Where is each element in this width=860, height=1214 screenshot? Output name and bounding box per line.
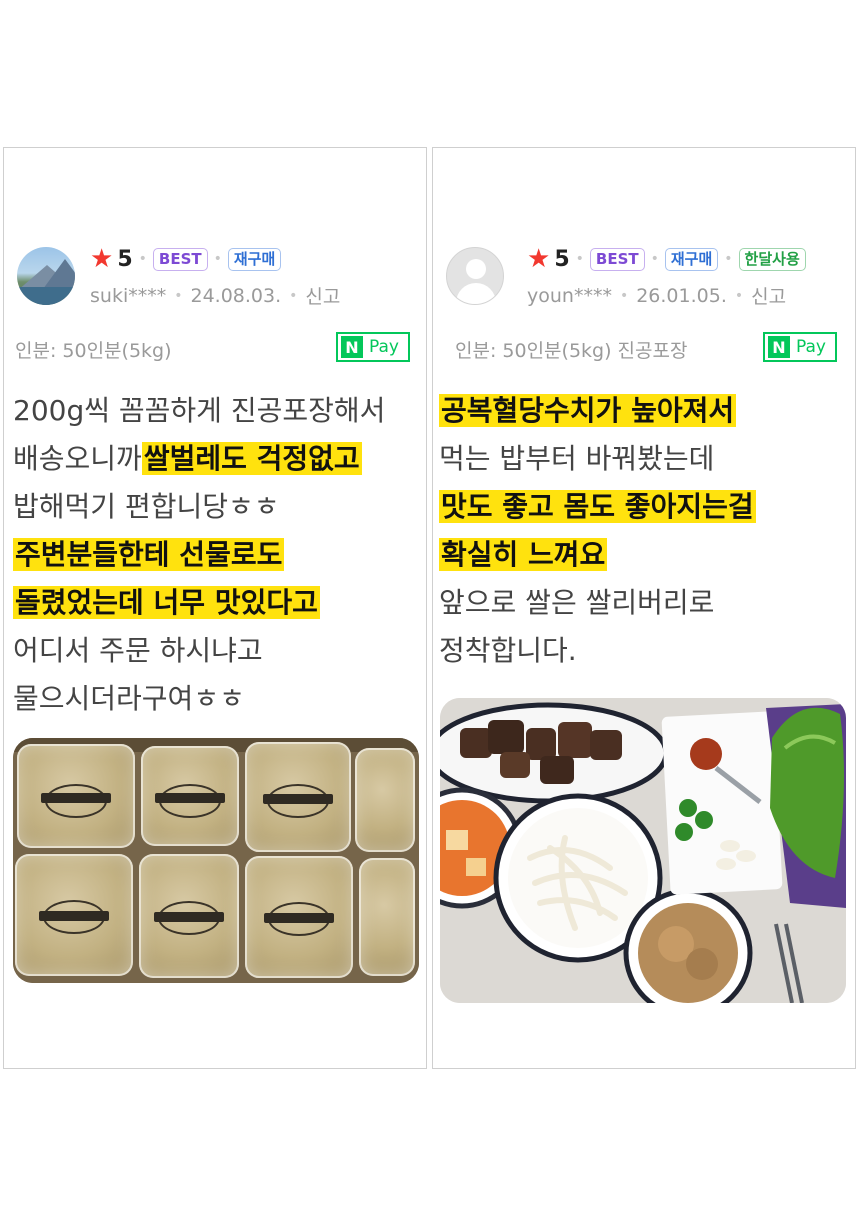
rating-score: 5 — [554, 246, 570, 272]
rating-row: ★ 5 • BEST • 재구매 — [90, 244, 282, 274]
review-line: 먹는 밥부터 바꿔봤는데 — [439, 442, 715, 475]
review-meta: youn**** • 26.01.05. • 신고 — [527, 282, 786, 309]
purchase-option: 인분: 50인분(5kg) — [15, 340, 172, 362]
review-text: 200g씩 꼼꼼하게 진공포장해서 배송오니까쌀벌레도 걱정없고 밥해먹기 편합… — [13, 391, 426, 727]
naver-pay-badge: N Pay — [336, 332, 410, 362]
review-text: 공복혈당수치가 높아져서 먹는 밥부터 바꿔봤는데 맛도 좋고 몸도 좋아지는걸… — [439, 391, 855, 679]
highlighted-text: 주변분들한테 선물로도 — [13, 538, 285, 571]
review-meta: suki**** • 24.08.03. • 신고 — [90, 282, 340, 309]
review-line: 물으시더라구여ㅎㅎ — [13, 682, 245, 715]
repurchase-badge: 재구매 — [664, 247, 719, 271]
review-line: 배송오니까쌀벌레도 걱정없고 — [13, 442, 362, 475]
rating-score: 5 — [117, 246, 133, 272]
reviewer-id: suki**** — [90, 284, 167, 307]
review-date: 24.08.03. — [190, 284, 282, 307]
review-line: 주변분들한테 선물로도 — [13, 535, 426, 583]
user-avatar[interactable] — [17, 247, 75, 305]
review-line: 정착합니다. — [439, 634, 577, 667]
report-link[interactable]: 신고 — [305, 282, 340, 309]
best-badge: BEST — [589, 247, 645, 271]
naver-pay-badge: N Pay — [763, 332, 837, 362]
naver-pay-label: Pay — [369, 337, 399, 357]
star-icon: ★ — [90, 244, 114, 274]
review-card-2: ★ 5 • BEST • 재구매 • 한달사용 youn**** • 26.01… — [432, 147, 856, 1069]
rating-row: ★ 5 • BEST • 재구매 • 한달사용 — [527, 246, 806, 272]
default-avatar-icon[interactable] — [446, 247, 504, 305]
naver-n-icon: N — [768, 336, 790, 358]
review-line: 200g씩 꼼꼼하게 진공포장해서 — [13, 394, 386, 427]
reviewer-id: youn**** — [527, 284, 612, 307]
naver-n-icon: N — [341, 336, 363, 358]
review-date: 26.01.05. — [636, 284, 727, 307]
repurchase-badge: 재구매 — [227, 247, 282, 271]
korean-meal-image — [440, 698, 846, 1003]
review-line: 확실히 느껴요 — [439, 535, 855, 583]
highlighted-text: 맛도 좋고 몸도 좋아지는걸 — [439, 490, 756, 523]
highlighted-text: 공복혈당수치가 높아져서 — [439, 394, 737, 427]
month-use-badge: 한달사용 — [738, 247, 806, 271]
highlighted-text: 쌀벌레도 걱정없고 — [141, 442, 362, 475]
best-badge: BEST — [152, 247, 208, 271]
review-line: 어디서 주문 하시냐고 — [13, 634, 263, 667]
review-photo[interactable] — [13, 738, 419, 983]
review-card-1: ★ 5 • BEST • 재구매 suki**** • 24.08.03. • … — [3, 147, 427, 1069]
review-line: 공복혈당수치가 높아져서 — [439, 391, 855, 439]
review-photo[interactable] — [440, 698, 846, 1003]
highlighted-text: 확실히 느껴요 — [439, 538, 608, 571]
review-line: 밥해먹기 편합니당ㅎㅎ — [13, 490, 280, 523]
star-icon: ★ — [527, 244, 551, 274]
purchase-option: 인분: 50인분(5kg) 진공포장 — [455, 340, 688, 362]
review-line: 앞으로 쌀은 쌀리버리로 — [439, 586, 715, 619]
highlighted-text: 돌렸었는데 너무 맛있다고 — [13, 586, 320, 619]
review-line: 맛도 좋고 몸도 좋아지는걸 — [439, 487, 855, 535]
report-link[interactable]: 신고 — [751, 282, 786, 309]
naver-pay-label: Pay — [796, 337, 826, 357]
review-line: 돌렸었는데 너무 맛있다고 — [13, 583, 426, 631]
